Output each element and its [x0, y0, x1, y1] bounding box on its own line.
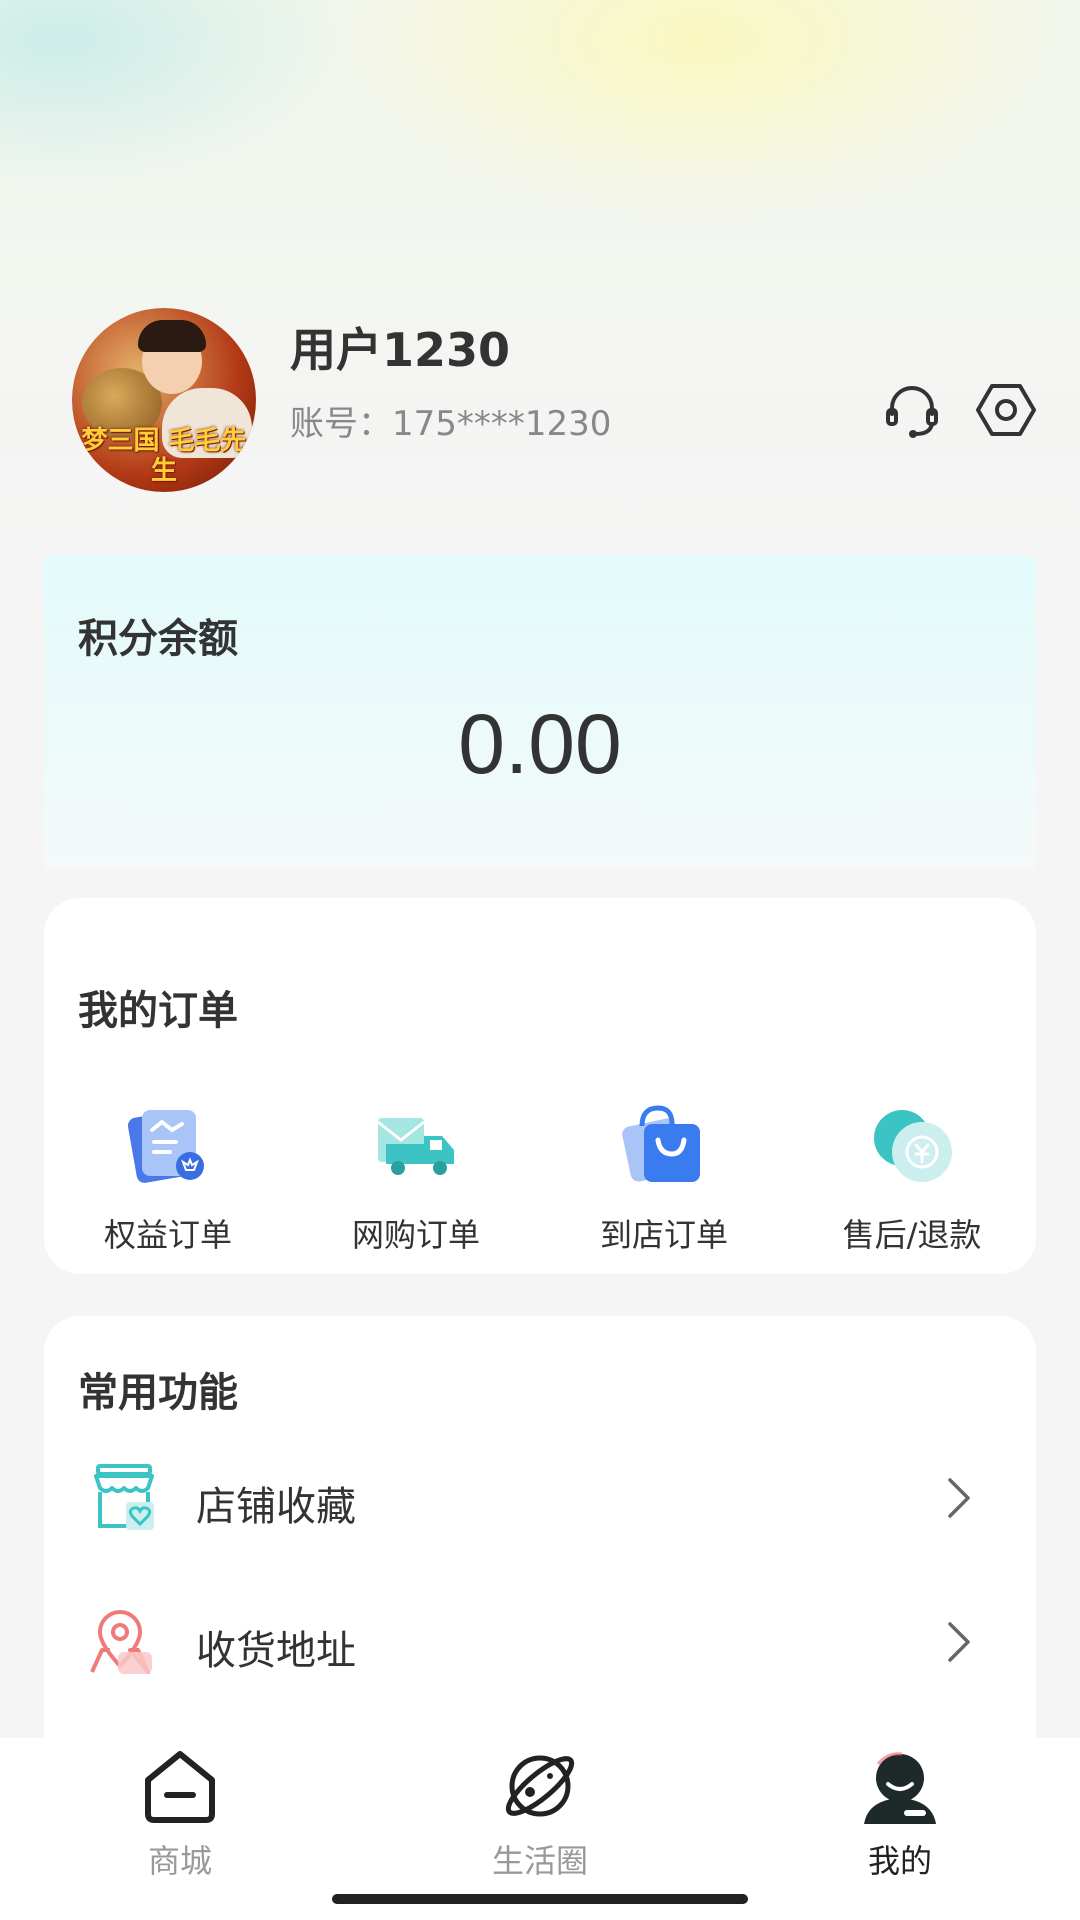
- home-indicator[interactable]: [332, 1894, 748, 1904]
- order-item-refund[interactable]: 售后/退款: [812, 1100, 1012, 1256]
- function-row-shipping-address[interactable]: 收货地址: [44, 1578, 1036, 1698]
- function-label: 店铺收藏: [196, 1484, 356, 1530]
- points-title: 积分余额: [78, 616, 238, 662]
- nav-label: 生活圈: [491, 1842, 588, 1880]
- order-item-label: 售后/退款: [842, 1216, 982, 1254]
- function-row-store-favorites[interactable]: 店铺收藏: [44, 1434, 1036, 1554]
- avatar-figure-hair: [138, 320, 206, 352]
- common-functions-card: 常用功能 店铺收藏 收货地址: [44, 1316, 1036, 1776]
- functions-title: 常用功能: [78, 1370, 238, 1416]
- rights-order-icon: [127, 1110, 204, 1183]
- orders-title: 我的订单: [78, 988, 238, 1034]
- avatar[interactable]: 梦三国 毛毛先生: [72, 308, 256, 492]
- account-number: 账号：175****1230: [290, 404, 612, 444]
- shopping-bag-icon: [622, 1105, 700, 1182]
- profile-icon: [864, 1752, 936, 1824]
- order-item-instore[interactable]: 到店订单: [564, 1100, 764, 1256]
- my-orders-card: 我的订单 权益订单 网购订单 到店订单 售后/退款: [44, 898, 1036, 1274]
- nav-label: 商城: [147, 1842, 212, 1880]
- avatar-logo-text: 梦三国 毛毛先生: [81, 426, 247, 486]
- order-item-label: 网购订单: [351, 1216, 480, 1254]
- delivery-truck-icon: [377, 1118, 454, 1175]
- points-value: 0.00: [458, 697, 622, 791]
- function-label: 收货地址: [196, 1628, 356, 1674]
- bottom-nav-bar: 商城 生活圈 我的: [0, 1738, 1080, 1920]
- order-item-label: 到店订单: [599, 1216, 728, 1254]
- home-icon: [145, 1751, 215, 1823]
- chevron-right-icon: [948, 1622, 970, 1662]
- nav-label: 我的: [867, 1842, 932, 1880]
- planet-icon: [505, 1755, 575, 1817]
- points-balance-card[interactable]: 积分余额 0.00: [44, 556, 1036, 868]
- order-item-rights[interactable]: 权益订单: [68, 1100, 268, 1256]
- headset-icon[interactable]: [880, 378, 944, 442]
- nav-tab-life-circle[interactable]: 生活圈: [440, 1744, 640, 1882]
- order-item-online[interactable]: 网购订单: [316, 1100, 516, 1256]
- location-pin-icon: [90, 1610, 152, 1674]
- order-item-label: 权益订单: [103, 1216, 232, 1254]
- username: 用户1230: [290, 323, 511, 377]
- profile-section: 梦三国 毛毛先生 用户1230 账号：175****1230: [0, 300, 1080, 500]
- chevron-right-icon: [948, 1478, 970, 1518]
- nav-tab-mine[interactable]: 我的: [800, 1744, 1000, 1882]
- store-favorite-icon: [94, 1464, 154, 1530]
- settings-icon[interactable]: [974, 378, 1038, 442]
- nav-tab-mall[interactable]: 商城: [80, 1744, 280, 1882]
- refund-coin-icon: [874, 1110, 952, 1182]
